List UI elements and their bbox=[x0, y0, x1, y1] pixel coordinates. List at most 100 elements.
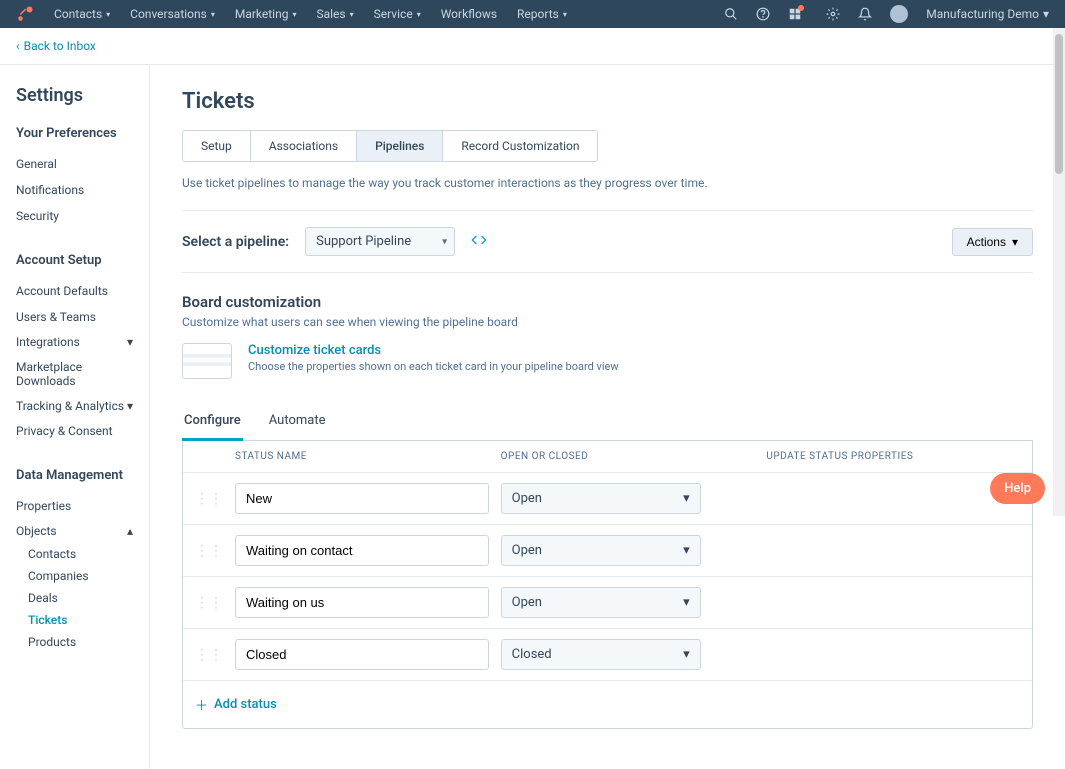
tab-description: Use ticket pipelines to manage the way y… bbox=[182, 176, 1033, 190]
chevron-down-icon: ▾ bbox=[417, 10, 421, 19]
drag-handle-icon[interactable]: ⋮⋮ bbox=[195, 647, 223, 663]
chevron-down-icon: ▾ bbox=[683, 543, 690, 558]
chevron-down-icon: ▾ bbox=[292, 10, 296, 19]
sidebar-section-data: Data Management Properties Objects▴ Cont… bbox=[16, 468, 133, 653]
brand-icon[interactable] bbox=[16, 5, 34, 23]
account-switcher[interactable]: Manufacturing Demo▾ bbox=[926, 7, 1049, 21]
status-name-input[interactable] bbox=[235, 639, 489, 670]
search-icon[interactable] bbox=[724, 7, 738, 21]
drag-handle-icon[interactable]: ⋮⋮ bbox=[195, 543, 223, 559]
status-table: STATUS NAME OPEN OR CLOSED UPDATE STATUS… bbox=[182, 441, 1033, 729]
sidebar-title: Settings bbox=[16, 85, 133, 106]
top-nav-left: Contacts▾ Conversations▾ Marketing▾ Sale… bbox=[16, 5, 567, 23]
sidebar-link-users-teams[interactable]: Users & Teams bbox=[16, 304, 133, 330]
chevron-down-icon: ▾ bbox=[563, 10, 567, 19]
customize-cards-link[interactable]: Customize ticket cards bbox=[248, 343, 619, 358]
board-title: Board customization bbox=[182, 293, 1033, 311]
pipeline-selector-row: Select a pipeline: Support Pipeline ▾ Ac… bbox=[182, 210, 1033, 273]
chevron-down-icon: ▾ bbox=[1043, 7, 1049, 21]
back-bar: ‹ Back to Inbox bbox=[0, 28, 1065, 65]
sidebar-link-obj-contacts[interactable]: Contacts bbox=[28, 543, 133, 565]
status-row: ⋮⋮ Closed▾ bbox=[183, 629, 1032, 681]
status-table-header: STATUS NAME OPEN OR CLOSED UPDATE STATUS… bbox=[183, 441, 1032, 473]
nav-reports[interactable]: Reports▾ bbox=[517, 7, 567, 21]
status-name-input[interactable] bbox=[235, 587, 489, 618]
tab-setup[interactable]: Setup bbox=[183, 131, 251, 161]
sidebar-link-account-defaults[interactable]: Account Defaults bbox=[16, 278, 133, 304]
status-row: ⋮⋮ Open▾ bbox=[183, 473, 1032, 525]
sidebar-link-objects[interactable]: Objects▴ bbox=[16, 519, 133, 543]
top-nav: Contacts▾ Conversations▾ Marketing▾ Sale… bbox=[0, 0, 1065, 28]
status-state-select[interactable]: Open▾ bbox=[501, 535, 701, 566]
card-info: Customize ticket cards Choose the proper… bbox=[248, 343, 619, 373]
nav-workflows[interactable]: Workflows bbox=[441, 7, 497, 21]
sidebar-link-integrations[interactable]: Integrations▾ bbox=[16, 330, 133, 354]
drag-handle-icon[interactable]: ⋮⋮ bbox=[195, 491, 223, 507]
chevron-down-icon: ▾ bbox=[683, 647, 690, 662]
subtab-automate[interactable]: Automate bbox=[267, 403, 328, 441]
sidebar-link-tracking-analytics[interactable]: Tracking & Analytics▾ bbox=[16, 394, 133, 418]
marketplace-icon[interactable] bbox=[788, 7, 808, 21]
pipeline-select[interactable]: Support Pipeline ▾ bbox=[305, 227, 455, 256]
code-icon[interactable] bbox=[471, 232, 487, 252]
nav-service[interactable]: Service▾ bbox=[374, 7, 421, 21]
sidebar-section-preferences: Your Preferences General Notifications S… bbox=[16, 126, 133, 229]
sidebar-link-obj-companies[interactable]: Companies bbox=[28, 565, 133, 587]
add-status-button[interactable]: ＋ Add status bbox=[183, 681, 289, 728]
sidebar-link-security[interactable]: Security bbox=[16, 203, 133, 229]
chevron-down-icon: ▾ bbox=[127, 399, 133, 413]
sidebar-link-general[interactable]: General bbox=[16, 151, 133, 177]
avatar[interactable] bbox=[890, 5, 908, 23]
status-name-input[interactable] bbox=[235, 483, 489, 514]
sidebar-section-account: Account Setup Account Defaults Users & T… bbox=[16, 253, 133, 444]
card-customize-row: Customize ticket cards Choose the proper… bbox=[182, 343, 1033, 379]
settings-icon[interactable] bbox=[826, 7, 840, 21]
status-state-select[interactable]: Open▾ bbox=[501, 587, 701, 618]
chevron-down-icon: ▾ bbox=[350, 10, 354, 19]
nav-contacts[interactable]: Contacts▾ bbox=[54, 7, 110, 21]
subtab-configure[interactable]: Configure bbox=[182, 403, 243, 441]
nav-sales[interactable]: Sales▾ bbox=[316, 7, 353, 21]
card-thumbnail-icon bbox=[182, 343, 232, 379]
page-title: Tickets bbox=[182, 89, 1033, 114]
actions-button[interactable]: Actions▾ bbox=[952, 228, 1033, 256]
board-subtitle: Customize what users can see when viewin… bbox=[182, 315, 1033, 329]
pipeline-subtabs: Configure Automate bbox=[182, 403, 1033, 441]
chevron-down-icon: ▾ bbox=[106, 10, 110, 19]
sidebar-link-notifications[interactable]: Notifications bbox=[16, 177, 133, 203]
main-content: Tickets Setup Associations Pipelines Rec… bbox=[150, 65, 1065, 769]
status-name-input[interactable] bbox=[235, 535, 489, 566]
top-nav-right: Manufacturing Demo▾ bbox=[724, 5, 1049, 23]
col-update-props: UPDATE STATUS PROPERTIES bbox=[766, 451, 1020, 462]
help-icon[interactable] bbox=[756, 7, 770, 21]
chevron-down-icon: ▾ bbox=[127, 335, 133, 349]
sidebar-link-obj-tickets[interactable]: Tickets bbox=[28, 609, 133, 631]
settings-sidebar: Settings Your Preferences General Notifi… bbox=[0, 65, 150, 769]
drag-handle-icon[interactable]: ⋮⋮ bbox=[195, 595, 223, 611]
status-state-select[interactable]: Open▾ bbox=[501, 483, 701, 514]
pipeline-label: Select a pipeline: bbox=[182, 234, 289, 250]
tab-associations[interactable]: Associations bbox=[251, 131, 357, 161]
chevron-down-icon: ▾ bbox=[1012, 235, 1018, 249]
sidebar-link-privacy-consent[interactable]: Privacy & Consent bbox=[16, 418, 133, 444]
help-fab[interactable]: Help bbox=[990, 473, 1045, 504]
col-status-name: STATUS NAME bbox=[235, 451, 489, 462]
back-link[interactable]: ‹ Back to Inbox bbox=[16, 39, 96, 53]
tab-pipelines[interactable]: Pipelines bbox=[357, 131, 443, 161]
sidebar-link-marketplace-downloads[interactable]: Marketplace Downloads bbox=[16, 354, 133, 394]
tab-record-customization[interactable]: Record Customization bbox=[443, 131, 597, 161]
sidebar-link-properties[interactable]: Properties bbox=[16, 493, 133, 519]
nav-marketing[interactable]: Marketing▾ bbox=[235, 7, 297, 21]
sidebar-objects-children: Contacts Companies Deals Tickets Product… bbox=[16, 543, 133, 653]
board-customization: Board customization Customize what users… bbox=[182, 293, 1033, 379]
sidebar-link-obj-deals[interactable]: Deals bbox=[28, 587, 133, 609]
sidebar-link-obj-products[interactable]: Products bbox=[28, 631, 133, 653]
nav-conversations[interactable]: Conversations▾ bbox=[130, 7, 215, 21]
record-tabs: Setup Associations Pipelines Record Cust… bbox=[182, 130, 598, 162]
status-state-select[interactable]: Closed▾ bbox=[501, 639, 701, 670]
customize-cards-desc: Choose the properties shown on each tick… bbox=[248, 360, 619, 373]
chevron-down-icon: ▾ bbox=[683, 595, 690, 610]
chevron-down-icon: ▾ bbox=[683, 491, 690, 506]
scrollbar[interactable] bbox=[1053, 28, 1065, 516]
notifications-icon[interactable] bbox=[858, 7, 872, 21]
